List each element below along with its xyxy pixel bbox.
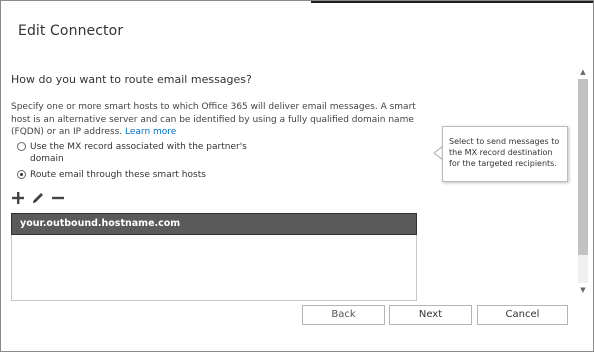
minus-icon[interactable]	[51, 191, 65, 205]
dialog-title: Edit Connector	[18, 23, 124, 39]
window-top-dark-edge	[311, 1, 593, 3]
help-callout: Select to send messages to the MX record…	[442, 126, 568, 182]
description-text: Specify one or more smart hosts to which…	[11, 102, 416, 137]
next-button[interactable]: Next	[389, 305, 472, 325]
radio-route-smart-hosts[interactable]: Route email through these smart hosts	[17, 169, 206, 181]
routing-question: How do you want to route email messages?	[11, 73, 252, 86]
pencil-icon[interactable]	[31, 191, 45, 205]
radio-label-mx-line1: Use the MX record associated with the pa…	[30, 142, 247, 152]
scroll-down-arrow-icon[interactable]: ▼	[577, 285, 589, 295]
radio-use-mx-record[interactable]: Use the MX record associated with the pa…	[17, 141, 247, 165]
window-top-edge	[1, 1, 593, 4]
radio-button-unchecked[interactable]	[17, 142, 26, 151]
routing-description: Specify one or more smart hosts to which…	[11, 101, 419, 139]
plus-icon[interactable]	[11, 191, 25, 205]
back-button[interactable]: Back	[302, 305, 385, 325]
scroll-up-arrow-icon[interactable]: ▲	[577, 67, 589, 77]
edit-connector-dialog: Edit Connector How do you want to route …	[0, 0, 594, 352]
smart-host-row-selected[interactable]: your.outbound.hostname.com	[11, 213, 417, 235]
radio-label-mx-record: Use the MX record associated with the pa…	[30, 141, 247, 165]
smart-host-toolbar	[11, 191, 65, 205]
smart-hosts-list[interactable]: your.outbound.hostname.com	[11, 213, 417, 301]
cancel-button[interactable]: Cancel	[477, 305, 568, 325]
vertical-scrollbar[interactable]: ▲ ▼	[577, 67, 589, 295]
radio-label-smart-hosts: Route email through these smart hosts	[30, 170, 206, 180]
learn-more-link[interactable]: Learn more	[125, 127, 176, 137]
scroll-thumb[interactable]	[578, 79, 588, 255]
radio-button-checked[interactable]	[17, 170, 26, 179]
radio-label-mx-line2: domain	[30, 154, 64, 164]
